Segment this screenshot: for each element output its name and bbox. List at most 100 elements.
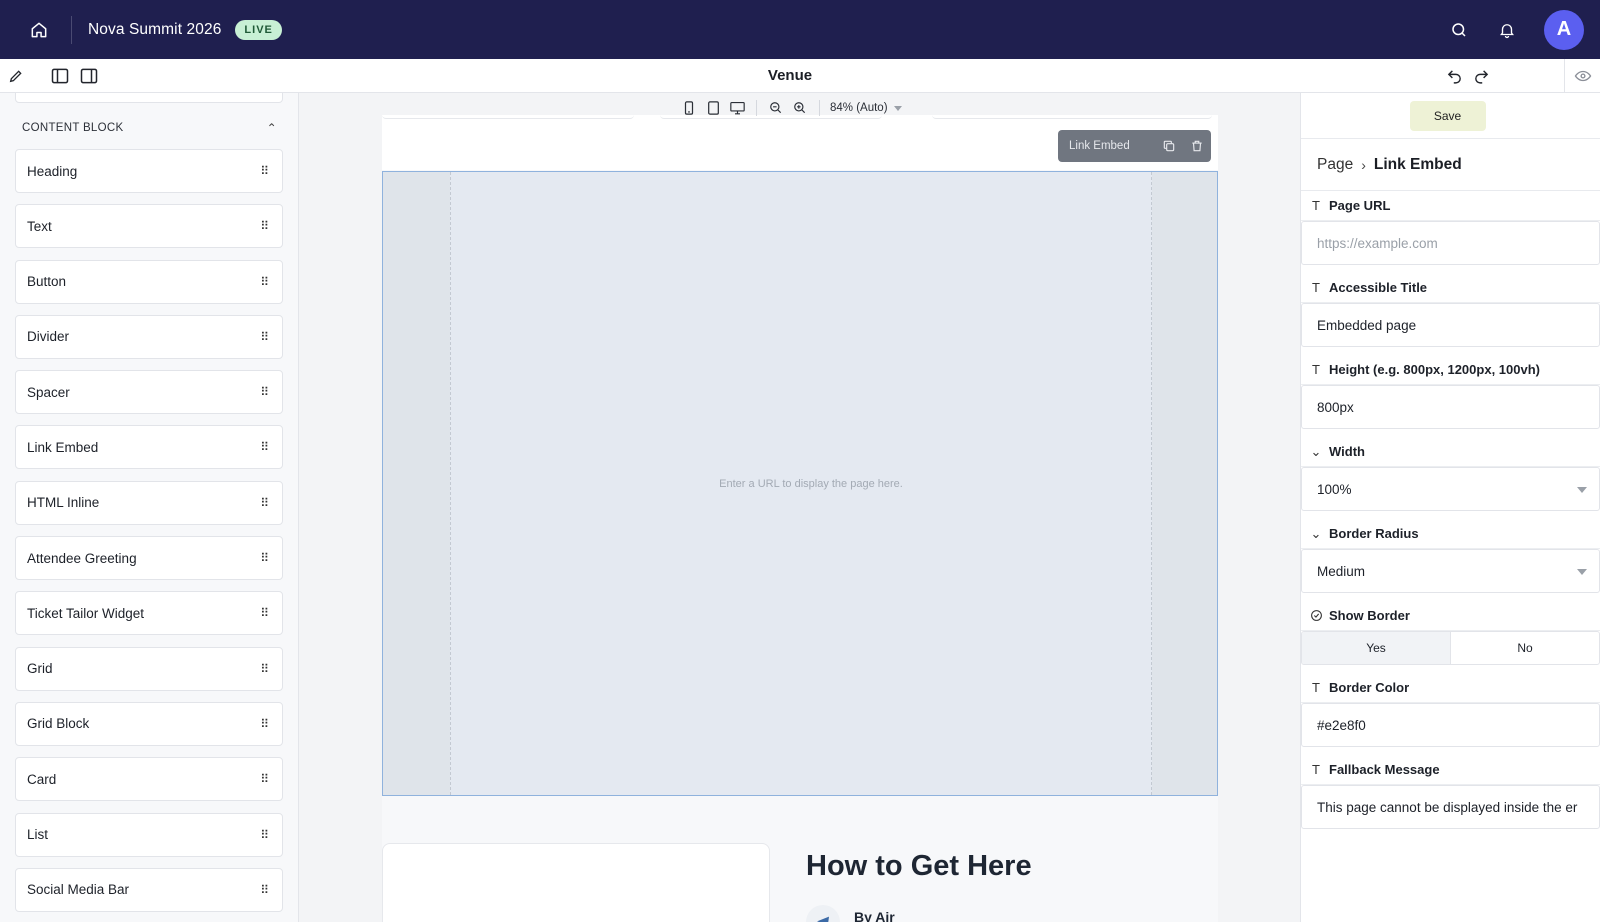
bell-icon xyxy=(1500,23,1514,38)
accessible-title-label: T Accessible Title xyxy=(1301,273,1600,303)
block-label: Card xyxy=(27,771,57,787)
page-title: Venue xyxy=(767,67,813,84)
link-embed-block[interactable]: Enter a URL to display the page here. xyxy=(382,171,1218,796)
block-label: List xyxy=(27,827,49,843)
border-color-label: T Border Color xyxy=(1301,673,1600,703)
grip-icon[interactable]: ⠿ xyxy=(260,496,269,510)
field-label-text: Accessible Title xyxy=(1329,280,1428,295)
desktop-icon xyxy=(729,102,745,115)
fallback-message-input[interactable]: This page cannot be displayed inside the… xyxy=(1301,785,1600,829)
block-item[interactable]: Grid Block ⠿ xyxy=(15,701,283,746)
breadcrumb-root[interactable]: Page xyxy=(1317,156,1353,174)
border-radius-select[interactable]: Medium xyxy=(1301,549,1600,593)
page-preview: Link Embed Enter a URL to display the pa… xyxy=(382,115,1218,922)
show-border-toggle: Yes No xyxy=(1301,631,1600,665)
zoom-out-button[interactable] xyxy=(767,99,785,117)
tablet-view-button[interactable] xyxy=(704,99,722,117)
block-item[interactable]: Attendee Greeting ⠿ xyxy=(15,536,283,581)
chevron-down-icon xyxy=(1577,487,1587,493)
accessible-title-input[interactable]: Embedded page xyxy=(1301,303,1600,347)
zoom-in-button[interactable] xyxy=(791,99,809,117)
zoom-in-icon xyxy=(794,102,806,114)
block-item[interactable]: Text ⠿ xyxy=(15,204,283,249)
block-toolbar: Link Embed xyxy=(1058,130,1211,162)
notifications-button[interactable] xyxy=(1492,15,1522,45)
embed-placeholder-text: Enter a URL to display the page here. xyxy=(719,477,903,490)
chevron-up-icon: ⌃ xyxy=(266,121,277,135)
grip-icon[interactable]: ⠿ xyxy=(260,717,269,731)
list-item[interactable] xyxy=(15,93,283,103)
grip-icon[interactable]: ⠿ xyxy=(260,440,269,454)
home-button[interactable] xyxy=(20,11,58,49)
map-card xyxy=(382,843,770,922)
grip-icon[interactable]: ⠿ xyxy=(260,606,269,620)
block-item[interactable]: HTML Inline ⠿ xyxy=(15,480,283,525)
block-item[interactable]: Link Embed ⠿ xyxy=(15,425,283,470)
page-url-input[interactable]: https://example.com xyxy=(1301,221,1600,265)
grip-icon[interactable]: ⠿ xyxy=(260,883,269,897)
grip-icon[interactable]: ⠿ xyxy=(260,662,269,676)
width-label: ⌄ Width xyxy=(1301,437,1600,467)
redo-button[interactable] xyxy=(1468,64,1494,88)
show-border-no[interactable]: No xyxy=(1451,632,1599,664)
border-radius-label: ⌄ Border Radius xyxy=(1301,519,1600,549)
section-header[interactable]: CONTENT BLOCK ⌃ xyxy=(22,121,277,135)
block-item[interactable]: Card ⠿ xyxy=(15,757,283,802)
width-select[interactable]: 100% xyxy=(1301,467,1600,511)
grip-icon[interactable]: ⠿ xyxy=(260,385,269,399)
grip-icon[interactable]: ⠿ xyxy=(260,275,269,289)
phone-icon xyxy=(684,101,694,115)
mobile-view-button[interactable] xyxy=(680,99,698,117)
text-type-icon: T xyxy=(1312,762,1320,777)
block-label: Divider xyxy=(27,329,70,345)
grip-icon[interactable]: ⠿ xyxy=(260,772,269,786)
block-label: Heading xyxy=(27,163,78,179)
embed-frame: Enter a URL to display the page here. xyxy=(450,172,1152,795)
grip-icon[interactable]: ⠿ xyxy=(260,219,269,233)
zoom-level: 84% (Auto) xyxy=(830,102,888,114)
delete-block-button[interactable] xyxy=(1183,130,1211,162)
undo-button[interactable] xyxy=(1441,64,1467,88)
show-border-yes[interactable]: Yes xyxy=(1302,632,1451,664)
grip-icon[interactable]: ⠿ xyxy=(260,828,269,842)
block-item[interactable]: Ticket Tailor Widget ⠿ xyxy=(15,591,283,636)
block-label: Spacer xyxy=(27,384,70,400)
block-item[interactable]: Spacer ⠿ xyxy=(15,370,283,415)
grip-icon[interactable]: ⠿ xyxy=(260,551,269,565)
search-button[interactable] xyxy=(1444,15,1474,45)
save-bar: Save xyxy=(1301,93,1600,139)
block-item[interactable]: Divider ⠿ xyxy=(15,314,283,359)
duplicate-block-button[interactable] xyxy=(1155,130,1183,162)
save-button[interactable]: Save xyxy=(1409,100,1486,131)
block-item[interactable]: Heading ⠿ xyxy=(15,149,283,193)
height-input[interactable]: 800px xyxy=(1301,385,1600,429)
height-label: T Height (e.g. 800px, 1200px, 100vh) xyxy=(1301,355,1600,385)
undo-icon xyxy=(1447,69,1461,84)
text-type-icon: T xyxy=(1312,198,1320,213)
editor-toolbar: Venue xyxy=(0,59,1600,93)
grip-icon[interactable]: ⠿ xyxy=(260,164,269,178)
avatar[interactable]: A xyxy=(1544,9,1584,50)
block-item[interactable]: Social Media Bar ⠿ xyxy=(15,867,283,912)
show-border-label: Show Border xyxy=(1301,601,1600,631)
block-toolbar-label: Link Embed xyxy=(1069,140,1130,152)
block-label: Ticket Tailor Widget xyxy=(27,605,145,621)
block-item[interactable]: List ⠿ xyxy=(15,812,283,857)
grip-icon[interactable]: ⠿ xyxy=(260,330,269,344)
block-item[interactable]: Grid ⠿ xyxy=(15,646,283,691)
travel-item: By Air xyxy=(806,905,895,922)
zoom-select[interactable]: 84% (Auto) xyxy=(830,102,902,114)
border-color-input[interactable]: #e2e8f0 xyxy=(1301,703,1600,747)
block-label: Grid Block xyxy=(27,716,90,732)
desktop-view-button[interactable] xyxy=(728,99,746,117)
text-type-icon: T xyxy=(1312,362,1320,377)
field-label-text: Border Color xyxy=(1329,680,1410,695)
block-label: Attendee Greeting xyxy=(27,550,137,566)
chevron-down-icon xyxy=(1577,569,1587,575)
section-title: CONTENT BLOCK xyxy=(22,122,124,134)
preview-button[interactable] xyxy=(1564,59,1600,93)
field-label-text: Fallback Message xyxy=(1329,762,1440,777)
fallback-message-label: T Fallback Message xyxy=(1301,755,1600,785)
block-item[interactable]: Button ⠿ xyxy=(15,259,283,304)
field-label-text: Height (e.g. 800px, 1200px, 100vh) xyxy=(1329,362,1540,377)
